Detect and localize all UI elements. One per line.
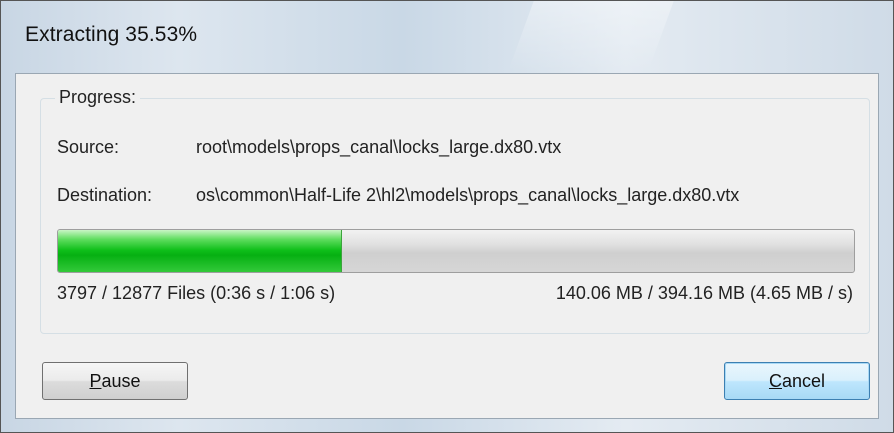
progress-bar	[57, 229, 855, 273]
window-title: Extracting 35.53%	[25, 23, 198, 46]
destination-path: os\common\Half-Life 2\hl2\models\props_c…	[196, 185, 856, 206]
progress-groupbox: Progress: Source: root\models\props_cana…	[40, 87, 870, 334]
size-progress-text: 140.06 MB / 394.16 MB (4.65 MB / s)	[555, 283, 853, 303]
files-progress-text: 3797 / 12877 Files (0:36 s / 1:06 s)	[57, 283, 336, 303]
mnemonic-letter: P	[89, 371, 102, 391]
source-label: Source:	[57, 137, 120, 157]
mnemonic-letter: C	[768, 371, 782, 391]
extraction-dialog: Extracting 35.53% Progress: Source: root…	[0, 0, 894, 433]
progress-bar-fill	[58, 230, 342, 272]
cancel-button[interactable]: Cancel	[724, 362, 870, 400]
source-path: root\models\props_canal\locks_large.dx80…	[196, 137, 856, 158]
source-path-text: root\models\props_canal\locks_large.dx80…	[196, 137, 562, 157]
pause-button[interactable]: Pause	[42, 362, 188, 400]
progress-group-label: Progress:	[55, 87, 141, 108]
dialog-body: Progress: Source: root\models\props_cana…	[15, 73, 879, 419]
destination-label: Destination:	[57, 185, 153, 205]
title-bar[interactable]: Extracting 35.53%	[1, 1, 893, 71]
destination-path-text: os\common\Half-Life 2\hl2\models\props_c…	[196, 185, 740, 205]
